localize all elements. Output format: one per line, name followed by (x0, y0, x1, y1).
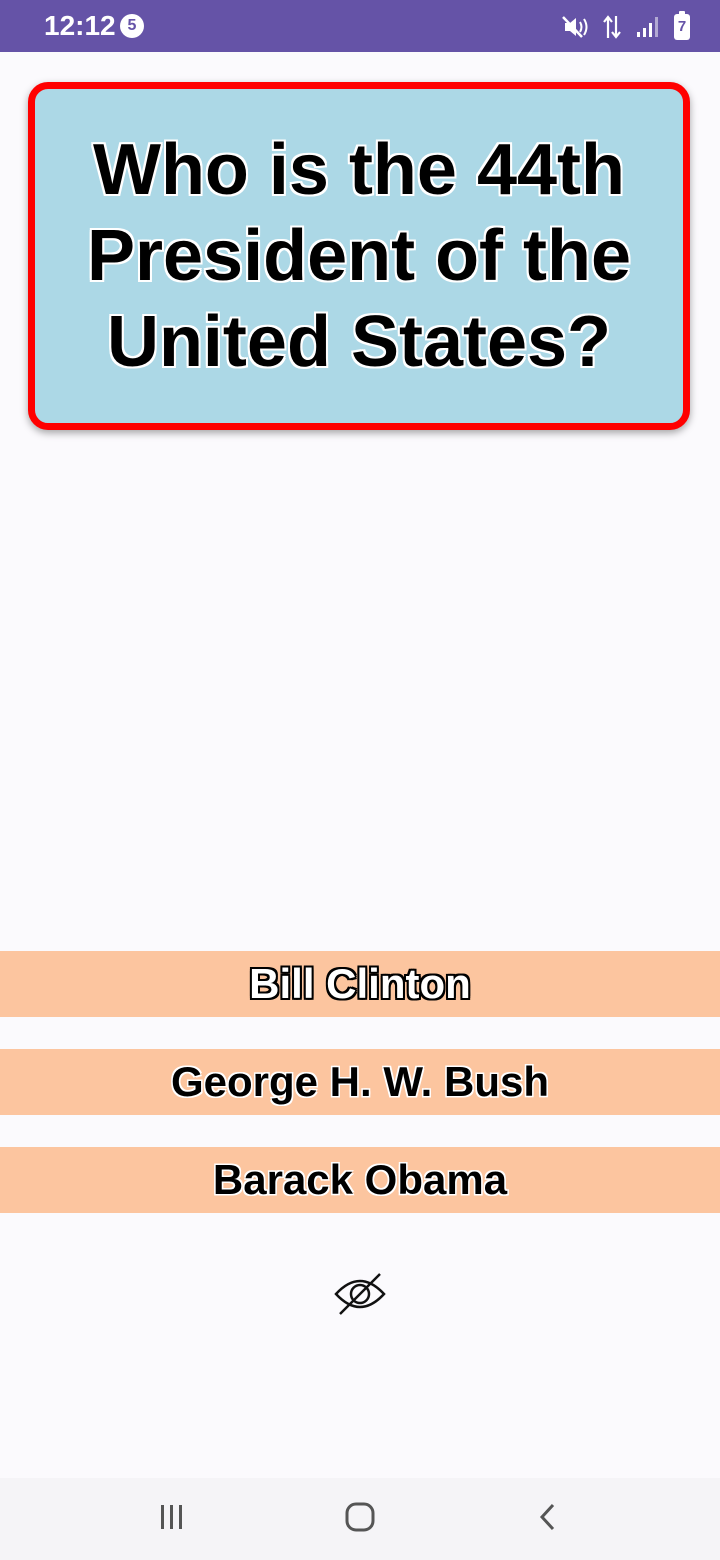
eye-off-icon (332, 1272, 388, 1321)
answer-option-barack-obama[interactable]: Barack Obama (0, 1147, 720, 1213)
mute-vibrate-icon (562, 15, 588, 39)
quiz-screen: 12:12 5 7 Who is the 44th President of t… (0, 0, 720, 1560)
status-bar: 12:12 5 7 (0, 0, 720, 52)
battery-icon: 7 (674, 11, 690, 40)
home-button[interactable] (330, 1496, 390, 1542)
data-transfer-icon (602, 14, 622, 40)
question-card: Who is the 44th President of the United … (28, 82, 690, 430)
navigation-bar (0, 1478, 720, 1560)
answer-label: George H. W. Bush (170, 1058, 550, 1105)
notification-count-badge: 5 (120, 14, 144, 38)
answer-label: Barack Obama (212, 1156, 508, 1203)
status-icons: 7 (562, 11, 690, 42)
recents-button[interactable] (142, 1496, 202, 1542)
question-text: Who is the 44th President of the United … (86, 130, 632, 382)
signal-icon (636, 16, 660, 38)
answer-option-george-h-w-bush[interactable]: George H. W. Bush (0, 1049, 720, 1115)
answer-label: Bill Clinton (249, 960, 471, 1007)
back-icon (536, 1502, 560, 1537)
recents-icon (157, 1503, 187, 1536)
status-time: 12:12 (44, 10, 116, 41)
battery-level: 7 (677, 18, 687, 35)
hide-toggle-button[interactable] (332, 1272, 388, 1320)
answer-option-bill-clinton[interactable]: Bill Clinton (0, 951, 720, 1017)
back-button[interactable] (518, 1496, 578, 1542)
home-icon (344, 1501, 376, 1538)
